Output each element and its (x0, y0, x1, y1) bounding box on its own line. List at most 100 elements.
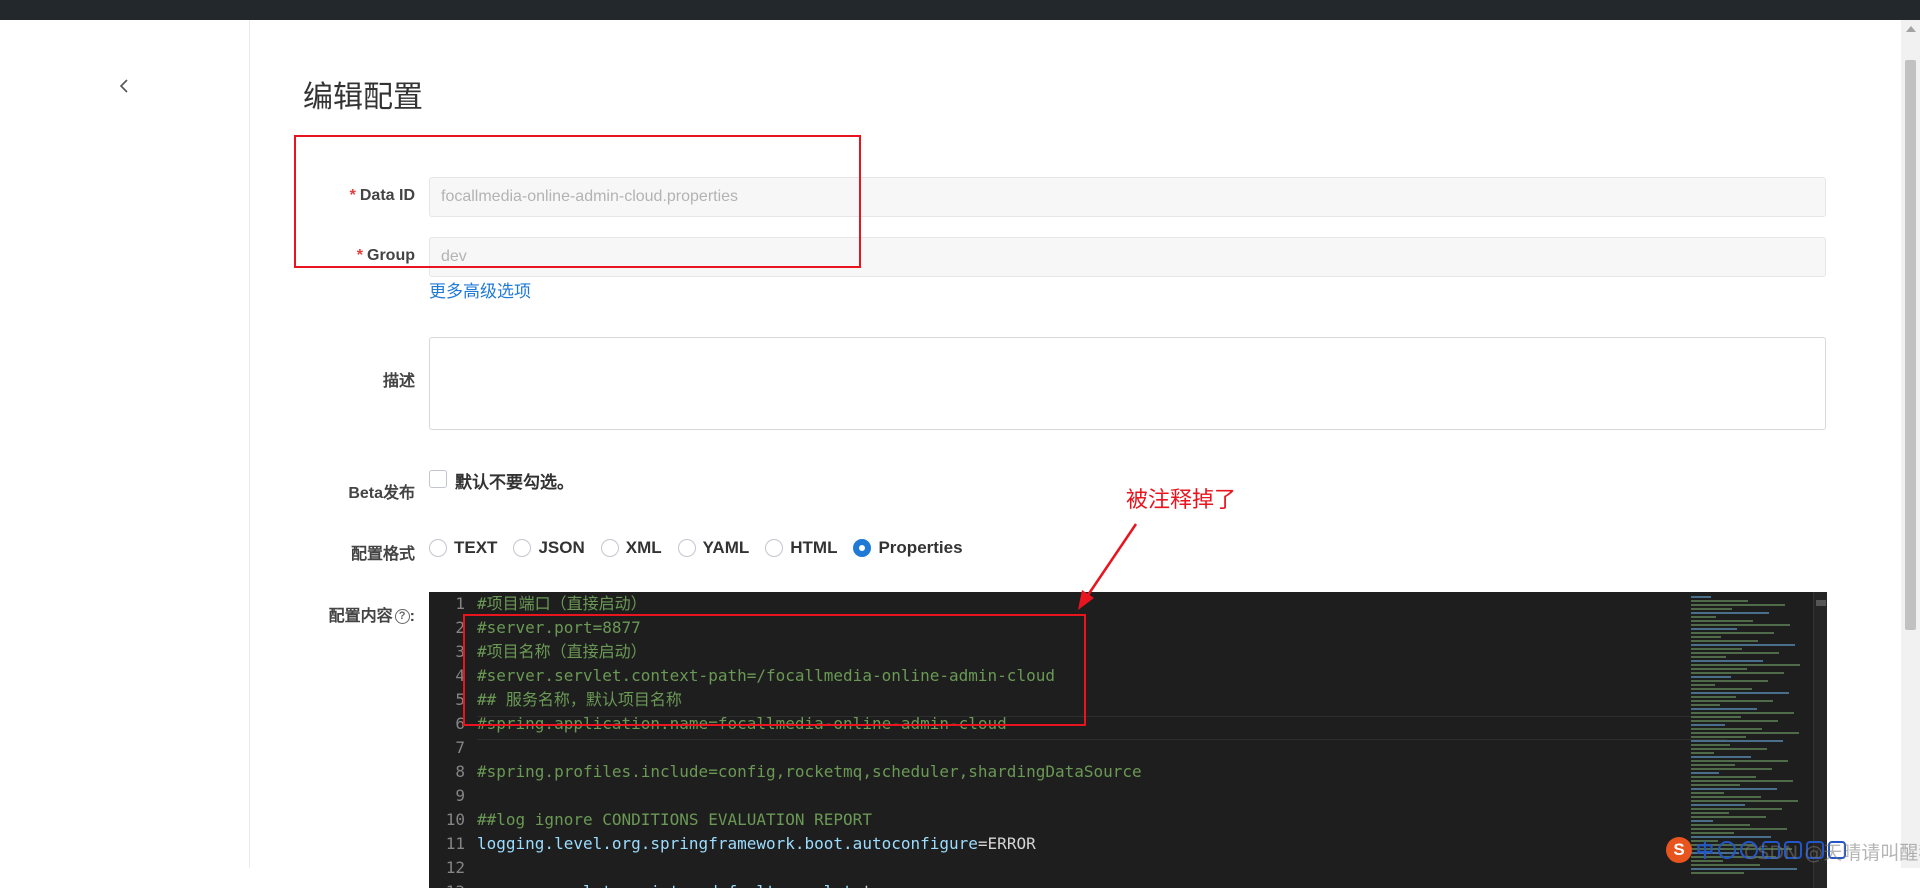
ime-punctuation-icon[interactable] (1718, 841, 1736, 859)
minimap-line (1691, 732, 1799, 734)
annotation-box-id-group (294, 135, 861, 268)
minimap-line (1691, 736, 1746, 738)
minimap-line (1691, 832, 1734, 834)
page-scrollbar[interactable] (1901, 20, 1920, 868)
sidebar (0, 20, 250, 868)
minimap-line (1691, 812, 1729, 814)
format-radio-text[interactable]: TEXT (429, 538, 497, 558)
minimap-line (1691, 668, 1747, 670)
minimap-line (1691, 660, 1763, 662)
line-number: 10 (445, 810, 465, 829)
minimap-line (1691, 800, 1798, 802)
page-scrollbar-thumb[interactable] (1905, 60, 1916, 630)
browser-top-bar (0, 0, 1920, 20)
page-title: 编辑配置 (303, 80, 423, 115)
minimap-line (1691, 656, 1726, 658)
radio-label: TEXT (454, 538, 498, 557)
minimap-line (1691, 620, 1753, 622)
minimap-line (1691, 684, 1715, 686)
minimap-line (1691, 604, 1785, 606)
line-number: 11 (445, 834, 465, 853)
beta-checkbox[interactable] (429, 470, 447, 488)
radio-dot-icon (513, 539, 532, 557)
beta-label: Beta发布 (348, 485, 415, 502)
code-key: server.servlet.register-default-servlet (477, 882, 853, 888)
minimap-line (1691, 752, 1714, 754)
code-line[interactable]: 11 logging.level.org.springframework.boot… (429, 832, 1036, 856)
minimap-line (1691, 692, 1789, 694)
watermark: CSDN @天晴请叫醒我 (1744, 842, 1920, 864)
radio-dot-icon (765, 539, 784, 557)
minimap-line (1691, 764, 1735, 766)
radio-label: JSON (538, 538, 585, 557)
code-line[interactable]: 1 #项目端口（直接启动） (429, 592, 647, 616)
minimap-line (1691, 596, 1711, 598)
minimap-line (1691, 672, 1784, 674)
code-line[interactable]: 10 ##log ignore CONDITIONS EVALUATION REP… (429, 808, 872, 832)
code-text: #项目端口（直接启动） (477, 594, 647, 613)
radio-dot-icon (677, 539, 696, 557)
editor-scrollbar-thumb[interactable] (1816, 600, 1826, 606)
minimap-line (1691, 776, 1756, 778)
scroll-up-icon[interactable] (1906, 26, 1916, 32)
chevron-left-icon[interactable] (116, 77, 134, 95)
minimap-line (1691, 796, 1761, 798)
line-number: 1 (455, 594, 465, 613)
ime-language-toggle[interactable]: 中 (1696, 837, 1714, 863)
minimap-line (1691, 624, 1790, 626)
code-line[interactable]: 9 (429, 784, 477, 808)
format-radio-xml[interactable]: XML (600, 538, 662, 558)
advanced-options-link[interactable]: 更多高级选项 (429, 277, 531, 302)
content-label: 配置内容?: (329, 602, 415, 626)
minimap-line (1691, 760, 1788, 762)
minimap-line (1691, 824, 1750, 826)
minimap-line (1691, 724, 1725, 726)
code-line[interactable]: 8 #spring.profiles.include=config,rocketm… (429, 760, 1141, 784)
minimap-line (1691, 816, 1766, 818)
ime-logo-icon[interactable]: S (1666, 837, 1692, 863)
line-number: 9 (455, 786, 465, 805)
code-line[interactable]: 12 (429, 856, 477, 880)
format-radio-json[interactable]: JSON (513, 538, 585, 558)
minimap-line (1691, 628, 1737, 630)
code-line[interactable]: 13server.servlet.register-default-servle… (429, 880, 901, 888)
minimap-line (1691, 700, 1773, 702)
minimap-line (1691, 792, 1724, 794)
minimap-line (1691, 784, 1740, 786)
code-line[interactable]: 7 (429, 736, 477, 760)
code-equals: = (853, 882, 863, 888)
minimap-line (1691, 768, 1772, 770)
code-value: true (862, 882, 901, 888)
minimap-line (1691, 644, 1795, 646)
minimap-line (1691, 808, 1782, 810)
description-label: 描述 (382, 373, 415, 390)
minimap-line (1691, 680, 1768, 682)
code-value: ERROR (987, 834, 1036, 853)
format-radio-yaml[interactable]: YAML (677, 538, 750, 558)
minimap-line (1691, 720, 1778, 722)
minimap-line (1691, 612, 1769, 614)
minimap-line (1691, 688, 1752, 690)
format-radio-html[interactable]: HTML (765, 538, 837, 558)
line-number: 8 (455, 762, 465, 781)
minimap-line (1691, 696, 1736, 698)
format-label: 配置格式 (350, 546, 415, 563)
annotation-text: 被注释掉了 (1126, 488, 1237, 513)
minimap-line (1691, 636, 1721, 638)
minimap-line (1691, 632, 1774, 634)
help-icon[interactable]: ? (394, 609, 410, 625)
format-radio-properties[interactable]: Properties (853, 538, 963, 558)
minimap-line (1691, 868, 1797, 870)
radio-label: Properties (878, 538, 963, 557)
minimap-line (1691, 664, 1800, 666)
minimap-line (1691, 804, 1745, 806)
format-radio-group: TEXT JSON XML YAML HTML Properties (429, 538, 979, 558)
content-label-colon: : (409, 608, 415, 625)
radio-label: YAML (702, 538, 750, 557)
radio-label: HTML (790, 538, 838, 557)
minimap-line (1691, 728, 1762, 730)
minimap-line (1691, 616, 1716, 618)
description-textarea[interactable] (429, 337, 1826, 430)
minimap-line (1691, 748, 1767, 750)
radio-label: XML (625, 538, 662, 557)
